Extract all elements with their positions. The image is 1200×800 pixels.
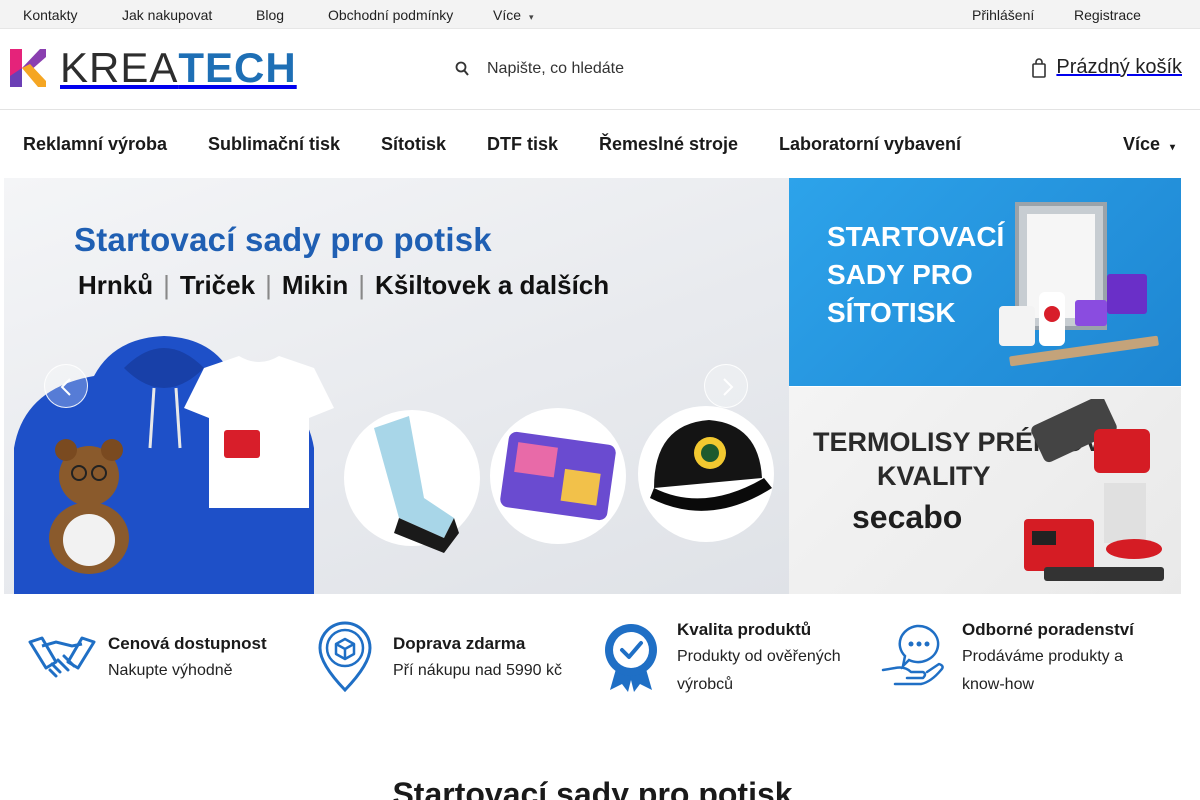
search-input[interactable] bbox=[487, 60, 847, 78]
feature-description: Prodáváme produkty a know-how bbox=[962, 648, 1123, 693]
search-bar bbox=[455, 55, 875, 83]
topbar-link-kontakty[interactable]: Kontakty bbox=[23, 7, 77, 23]
register-link[interactable]: Registrace bbox=[1074, 7, 1141, 23]
nav-item-reklamni-vyroba[interactable]: Reklamní výroba bbox=[23, 134, 167, 155]
hero-banner[interactable]: Startovací sady pro potisk Hrnků | Triček |… bbox=[4, 178, 789, 594]
hero-sub-item: Hrnků bbox=[78, 270, 154, 300]
heat-press-image bbox=[1024, 399, 1164, 581]
top-utility-bar: Kontakty Jak nakupovat Blog Obchodní pod… bbox=[0, 0, 1200, 29]
feature-title: Kvalita produktů bbox=[677, 620, 812, 639]
cart-label: Prázdný košík bbox=[1056, 56, 1182, 78]
site-header: KREATECH Prázdný košík bbox=[0, 29, 1200, 110]
nav-item-sublimacni-tisk[interactable]: Sublimační tisk bbox=[208, 134, 340, 155]
logo-mark-icon bbox=[10, 49, 46, 87]
logo-wordmark: KREATECH bbox=[60, 47, 297, 89]
feature-description: Nakupte výhodně bbox=[108, 662, 233, 679]
search-icon[interactable] bbox=[455, 60, 469, 78]
feature-description: Pří nákupu nad 5990 kč bbox=[393, 662, 563, 679]
nav-more-menu[interactable]: Více ▾ bbox=[1123, 134, 1175, 155]
hero-sub-item: Mikin bbox=[281, 270, 349, 300]
hero-sub-item: Triček bbox=[179, 270, 256, 300]
topbar-link-jak-nakupovat[interactable]: Jak nakupovat bbox=[122, 7, 212, 23]
nav-item-dtf-tisk[interactable]: DTF tisk bbox=[487, 134, 558, 155]
topbar-more-menu[interactable]: Více ▾ bbox=[493, 7, 534, 23]
section-title: Startovací sady pro potisk bbox=[392, 776, 793, 800]
feature-cenova-dostupnost: Cenová dostupnost Nakupte výhodně bbox=[28, 616, 288, 706]
shopping-bag-icon bbox=[1032, 57, 1047, 78]
feature-doprava-zdarma: Doprava zdarma Pří nákupu nad 5990 kč bbox=[316, 616, 586, 706]
carousel-next-button[interactable] bbox=[704, 364, 748, 408]
logo-text-krea: KREA bbox=[60, 44, 179, 91]
topbar-link-obchodni-podminky[interactable]: Obchodní podmínky bbox=[328, 7, 453, 23]
logo-text-tech: TECH bbox=[178, 44, 297, 91]
hero-products-image bbox=[14, 336, 774, 594]
topbar-more-label: Více bbox=[493, 7, 522, 23]
separator: | bbox=[265, 270, 272, 300]
cart-button[interactable]: Prázdný košík bbox=[1032, 56, 1182, 79]
screen-printing-kit-image bbox=[999, 202, 1159, 367]
secabo-logo: secabo bbox=[852, 499, 963, 535]
feature-description: Produkty od ověřených výrobců bbox=[677, 648, 841, 693]
nav-item-remeslne-stroje[interactable]: Řemeslné stroje bbox=[599, 134, 738, 155]
banner-termolisy-secabo[interactable]: TERMOLISY PRÉMIOVÉ KVALITY secabo bbox=[789, 387, 1181, 594]
topbar-link-blog[interactable]: Blog bbox=[256, 7, 284, 23]
chevron-down-icon: ▾ bbox=[529, 12, 534, 22]
feature-odborne-poradenstvi: Odborné poradenství Prodáváme produkty a… bbox=[881, 616, 1171, 706]
site-logo[interactable]: KREATECH bbox=[8, 47, 297, 89]
chevron-right-icon bbox=[723, 378, 734, 396]
nav-more-label: Více bbox=[1123, 134, 1161, 154]
handshake-icon bbox=[28, 636, 96, 678]
hero-sub-item: Kšiltovek a dalších bbox=[375, 270, 610, 300]
banner-line: SÍTOTISK bbox=[827, 297, 956, 328]
separator: | bbox=[358, 270, 366, 300]
login-link[interactable]: Přihlášení bbox=[972, 7, 1034, 23]
advice-icon bbox=[881, 624, 944, 686]
nav-item-laboratorni-vybaveni[interactable]: Laboratorní vybavení bbox=[779, 134, 961, 155]
feature-kvalita-produktu: Kvalita produktů Produkty od ověřených v… bbox=[602, 616, 872, 706]
feature-title: Cenová dostupnost bbox=[108, 634, 267, 653]
quality-badge-icon bbox=[605, 624, 657, 692]
main-navigation: Reklamní výroba Sublimační tisk Sítotisk… bbox=[0, 110, 1200, 178]
chevron-down-icon: ▾ bbox=[1170, 142, 1176, 153]
separator: | bbox=[163, 270, 170, 300]
feature-title: Doprava zdarma bbox=[393, 634, 526, 653]
banner-line: SADY PRO bbox=[827, 259, 973, 290]
feature-title: Odborné poradenství bbox=[962, 620, 1134, 639]
banner-line: STARTOVACÍ bbox=[827, 221, 1005, 252]
chevron-left-icon bbox=[60, 378, 71, 396]
delivery-pin-icon bbox=[318, 621, 372, 692]
hero-subtitle: Hrnků | Triček | Mikin | Kšiltovek a dalších bbox=[78, 270, 609, 301]
banner-startovaci-sady-sitotisk[interactable]: STARTOVACÍ SADY PRO SÍTOTISK bbox=[789, 178, 1181, 386]
carousel-prev-button[interactable] bbox=[44, 364, 88, 408]
hero-title: Startovací sady pro potisk bbox=[74, 221, 492, 258]
banner-sitotisk-text: STARTOVACÍ SADY PRO SÍTOTISK bbox=[827, 218, 1004, 332]
nav-item-sitotisk[interactable]: Sítotisk bbox=[381, 134, 446, 155]
